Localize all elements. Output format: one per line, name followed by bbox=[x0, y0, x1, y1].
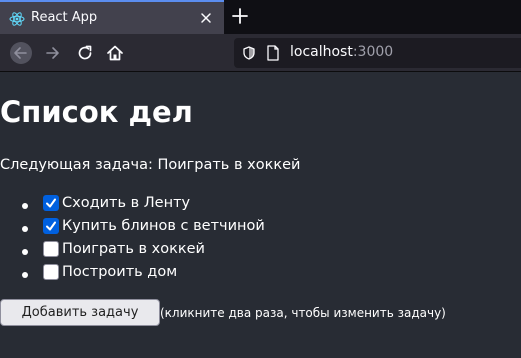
page-content: Список дел Следующая задача: Поиграть в … bbox=[0, 73, 521, 358]
address-bar[interactable]: localhost:3000 bbox=[234, 38, 521, 68]
todo-checkbox[interactable] bbox=[43, 241, 59, 257]
list-bullet bbox=[22, 249, 28, 255]
checkmark-icon bbox=[46, 221, 56, 231]
forward-arrow-icon[interactable] bbox=[41, 42, 63, 64]
browser-tab[interactable]: React App bbox=[0, 0, 224, 34]
react-icon bbox=[9, 12, 25, 26]
plus-icon[interactable] bbox=[230, 6, 250, 26]
todo-label[interactable]: Построить дом bbox=[62, 264, 177, 280]
navigation-toolbar: localhost:3000 bbox=[0, 34, 521, 72]
todo-checkbox[interactable] bbox=[43, 195, 59, 211]
home-icon[interactable] bbox=[104, 42, 126, 64]
url-host: localhost bbox=[290, 44, 353, 60]
todo-checkbox[interactable] bbox=[43, 218, 59, 234]
back-arrow-icon[interactable] bbox=[10, 42, 32, 64]
tab-strip: React App bbox=[0, 0, 521, 34]
reload-icon[interactable] bbox=[74, 42, 96, 64]
todo-label[interactable]: Сходить в Ленту bbox=[62, 195, 190, 211]
page-icon bbox=[267, 45, 279, 61]
page-title: Список дел bbox=[0, 95, 193, 129]
close-icon[interactable] bbox=[198, 10, 214, 26]
next-task-text: Следующая задача: Поиграть в хоккей bbox=[0, 157, 301, 173]
list-bullet bbox=[22, 272, 28, 278]
list-bullet bbox=[22, 203, 28, 209]
list-bullet bbox=[22, 226, 28, 232]
checkmark-icon bbox=[46, 198, 56, 208]
edit-hint-text: (кликните два раза, чтобы изменить задач… bbox=[160, 306, 446, 320]
add-task-button[interactable]: Добавить задачу bbox=[0, 299, 160, 326]
tab-title: React App bbox=[31, 10, 98, 25]
todo-label[interactable]: Поиграть в хоккей bbox=[62, 241, 205, 257]
shield-icon[interactable] bbox=[242, 46, 256, 60]
todo-label[interactable]: Купить блинов с ветчиной bbox=[62, 218, 265, 234]
todo-checkbox[interactable] bbox=[43, 264, 59, 280]
url-text[interactable]: localhost:3000 bbox=[290, 44, 393, 60]
url-port: :3000 bbox=[352, 44, 394, 60]
